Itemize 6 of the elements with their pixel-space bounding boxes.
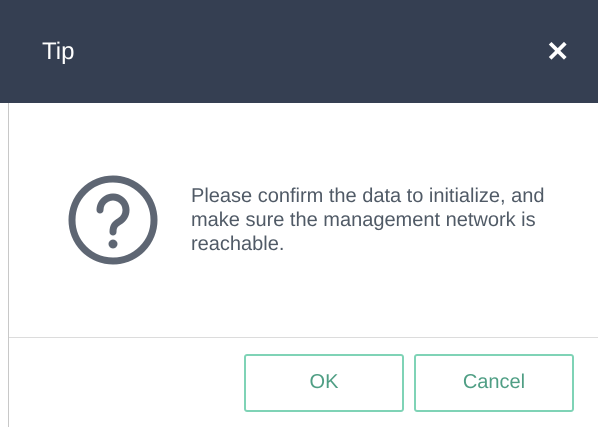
- message-text: Please confirm the data to initialize, and make sure the management network is reachable.: [191, 184, 546, 256]
- question-icon: [67, 174, 159, 266]
- dialog-title: Tip: [42, 38, 74, 66]
- ok-button[interactable]: OK: [244, 354, 404, 412]
- cancel-button[interactable]: Cancel: [414, 354, 574, 412]
- close-button[interactable]: ✕: [546, 38, 569, 66]
